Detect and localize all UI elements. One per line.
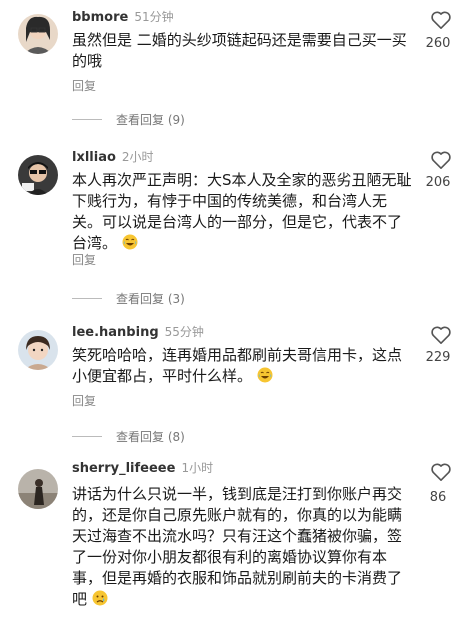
comment-time: 51分钟 — [134, 10, 174, 24]
comment-time: 2小时 — [121, 150, 154, 164]
comment-text: 讲话为什么只说一半，钱到底是汪打到你账户再交的，还是你自己原先账户就有的，你真的… — [72, 484, 412, 610]
comment-time: 55分钟 — [164, 325, 204, 339]
heart-icon[interactable] — [430, 10, 452, 30]
sad-emoji-icon — [92, 590, 108, 606]
heart-icon[interactable] — [430, 150, 452, 170]
view-replies-label[interactable]: 查看回复 (9) — [116, 111, 185, 128]
username[interactable]: lee.hanbing 55分钟 — [72, 323, 204, 340]
reply-button[interactable]: 回复 — [72, 392, 96, 409]
comment-text: 本人再次严正声明：大S本人及全家的恶劣丑陋无耻下贱行为，有悖于中国的传统美德，和… — [72, 170, 412, 254]
laugh-cry-emoji-icon — [122, 234, 138, 250]
like-count: 229 — [425, 350, 451, 365]
comment-text: 虽然但是 二婚的头纱项链起码还是需要自己买一买的哦 — [72, 30, 412, 72]
avatar[interactable] — [18, 469, 58, 509]
divider-line — [72, 298, 102, 299]
view-replies-label[interactable]: 查看回复 (8) — [116, 428, 185, 445]
username-text[interactable]: sherry_lifeeee — [72, 461, 175, 476]
divider-line — [72, 436, 102, 437]
username[interactable]: bbmore 51分钟 — [72, 8, 174, 25]
comment-text-body: 讲话为什么只说一半，钱到底是汪打到你账户再交的，还是你自己原先账户就有的，你真的… — [72, 485, 403, 608]
comment-text-body: 虽然但是 二婚的头纱项链起码还是需要自己买一买的哦 — [72, 31, 407, 70]
username-text[interactable]: lee.hanbing — [72, 325, 159, 340]
heart-icon[interactable] — [430, 325, 452, 345]
like-count: 86 — [429, 490, 447, 505]
comment-text-body: 笑死哈哈哈，连再婚用品都刷前夫哥信用卡，这点小便宜都占，平时什么样。 — [72, 346, 403, 385]
divider-line — [72, 119, 102, 120]
view-replies-button[interactable]: 查看回复 (9) — [72, 111, 185, 128]
username-text[interactable]: lxlliao — [72, 150, 116, 165]
avatar[interactable] — [18, 14, 58, 54]
reply-button[interactable]: 回复 — [72, 77, 96, 94]
view-replies-button[interactable]: 查看回复 (8) — [72, 428, 185, 445]
laugh-cry-emoji-icon — [257, 367, 273, 383]
username[interactable]: sherry_lifeeee 1小时 — [72, 459, 213, 476]
username-text[interactable]: bbmore — [72, 10, 128, 25]
avatar[interactable] — [18, 330, 58, 370]
comment-time: 1小时 — [181, 461, 214, 475]
comment-text: 笑死哈哈哈，连再婚用品都刷前夫哥信用卡，这点小便宜都占，平时什么样。 — [72, 345, 412, 387]
heart-icon[interactable] — [430, 462, 452, 482]
like-count: 260 — [425, 36, 451, 51]
avatar[interactable] — [18, 155, 58, 195]
username[interactable]: lxlliao 2小时 — [72, 148, 154, 165]
view-replies-button[interactable]: 查看回复 (3) — [72, 290, 185, 307]
like-count: 206 — [425, 175, 451, 190]
view-replies-label[interactable]: 查看回复 (3) — [116, 290, 185, 307]
reply-button[interactable]: 回复 — [72, 251, 96, 268]
